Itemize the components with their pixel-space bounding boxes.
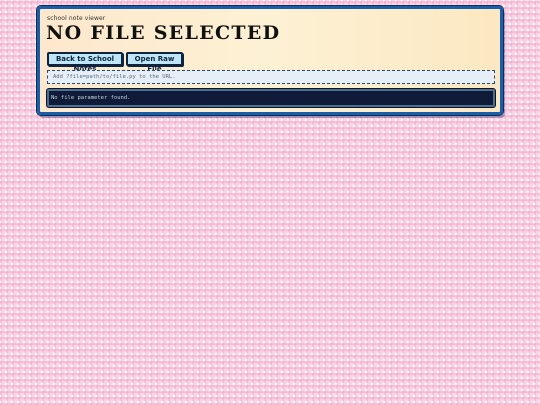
viewer-card: school note viewer NO FILE SELECTED Back… — [37, 6, 503, 115]
back-to-school-notes-button[interactable]: Back to School Notes — [47, 52, 123, 73]
app-name-label: school note viewer — [47, 15, 106, 22]
page-title: NO FILE SELECTED — [46, 22, 281, 44]
open-raw-file-button[interactable]: Open Raw File — [126, 52, 183, 73]
usage-hint: Add ?file=path/to/file.py to the URL. — [47, 70, 495, 84]
file-content-panel: No file parameter found. — [47, 89, 495, 107]
